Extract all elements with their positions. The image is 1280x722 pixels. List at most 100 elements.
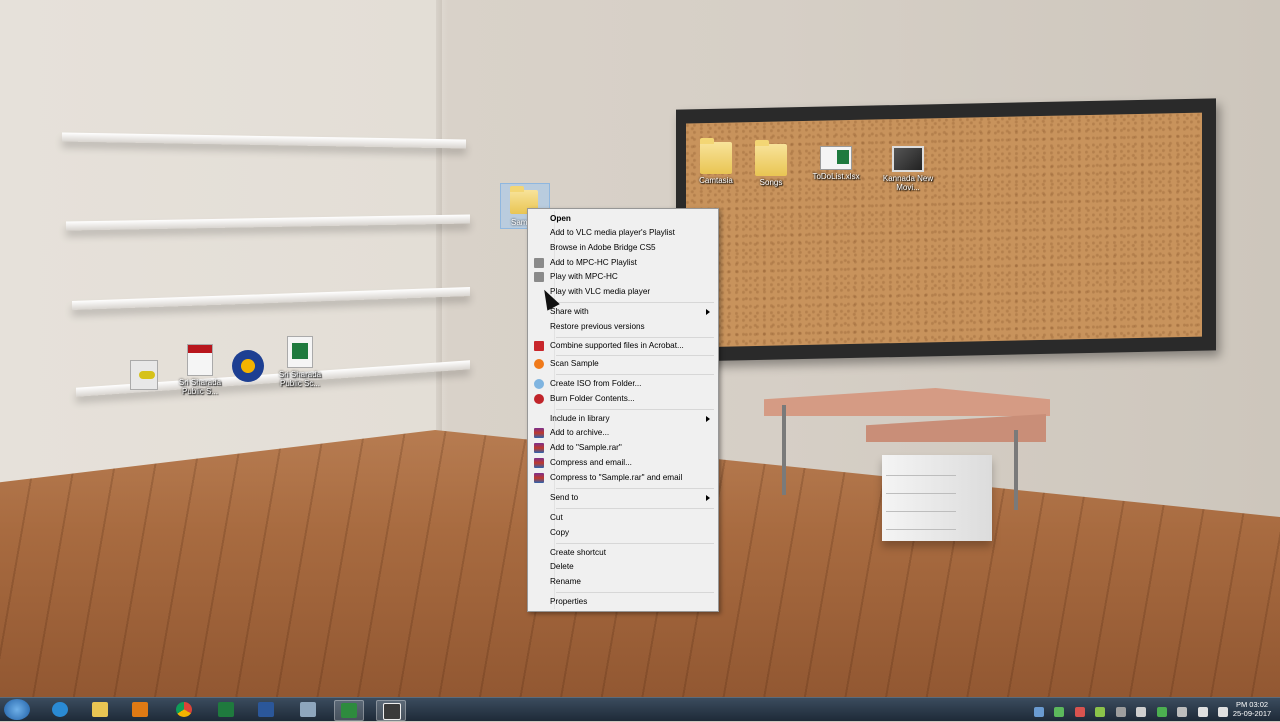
tray-icon[interactable] <box>1095 707 1106 717</box>
cork-board <box>676 98 1216 362</box>
taskbar-excel[interactable] <box>212 700 240 719</box>
tray-icon[interactable] <box>1074 707 1085 717</box>
menu-item-copy[interactable]: Copy <box>530 526 716 540</box>
menu-item-cut[interactable]: Cut <box>530 511 716 525</box>
menu-separator <box>556 337 714 338</box>
context-menu: Open Add to VLC media player's Playlist … <box>527 208 719 612</box>
desktop-icon-label: ToDoList.xlsx <box>812 172 860 181</box>
desk-leg <box>1014 430 1018 510</box>
menu-item-label: Create ISO from Folder... <box>550 379 642 388</box>
tray-icon[interactable] <box>1033 707 1044 717</box>
mpc-icon <box>534 272 544 282</box>
desktop-icon-label: Camtasia <box>699 176 733 185</box>
folder-icon <box>92 702 108 717</box>
menu-item-add-vlc-playlist[interactable]: Add to VLC media player's Playlist <box>530 226 716 240</box>
desktop-icon-kannada-movie[interactable]: Kannada New Movi... <box>878 146 938 192</box>
avast-scan-icon <box>534 359 544 369</box>
menu-item-open[interactable]: Open <box>530 212 716 226</box>
key-shortcut-icon <box>130 360 158 390</box>
internet-explorer-icon <box>52 702 68 717</box>
menu-item-compress-sample-email[interactable]: Compress to "Sample.rar" and email <box>530 471 716 485</box>
taskbar-media-player[interactable] <box>126 700 154 719</box>
menu-item-label: Copy <box>550 528 570 537</box>
desktop-icon-shortcut[interactable] <box>114 360 174 392</box>
desktop-icon-audacity[interactable] <box>218 350 278 384</box>
volume-icon[interactable] <box>1218 707 1228 717</box>
taskbar-camtasia-recorder[interactable] <box>376 700 406 721</box>
menu-item-burn-folder[interactable]: Burn Folder Contents... <box>530 392 716 406</box>
cabinet-drawer <box>886 495 956 512</box>
tray-icon[interactable] <box>1136 707 1147 717</box>
desktop-icon-label: Sri Sharada Public Sc... <box>278 370 322 388</box>
menu-item-play-vlc[interactable]: Play with VLC media player <box>530 285 716 299</box>
menu-separator <box>556 409 714 410</box>
taskbar-explorer[interactable] <box>86 700 114 719</box>
taskbar-ie[interactable] <box>46 700 74 719</box>
menu-item-label: Open <box>550 214 571 223</box>
tray-icon[interactable] <box>1054 707 1065 717</box>
menu-item-browse-bridge[interactable]: Browse in Adobe Bridge CS5 <box>530 241 716 255</box>
menu-item-scan-sample[interactable]: Scan Sample <box>530 357 716 371</box>
start-button[interactable] <box>4 699 30 720</box>
menu-item-rename[interactable]: Rename <box>530 575 716 589</box>
clock-time: PM 03:02 <box>1235 700 1269 709</box>
menu-item-create-shortcut[interactable]: Create shortcut <box>530 546 716 560</box>
menu-item-label: Burn Folder Contents... <box>550 394 635 403</box>
winrar-icon <box>534 473 544 483</box>
menu-item-label: Include in library <box>550 414 610 423</box>
tray-icon[interactable] <box>1156 707 1167 717</box>
menu-item-send-to[interactable]: Send to <box>530 491 716 505</box>
taskbar-camtasia[interactable] <box>334 700 364 721</box>
desktop-icon-camtasia[interactable]: Camtasia <box>686 138 746 185</box>
menu-item-properties[interactable]: Properties <box>530 595 716 609</box>
tray-icon[interactable] <box>1177 707 1188 717</box>
pdf-file-icon <box>187 344 213 376</box>
menu-item-label: Properties <box>550 597 588 606</box>
menu-item-include-library[interactable]: Include in library <box>530 412 716 426</box>
menu-item-label: Combine supported files in Acrobat... <box>550 341 684 350</box>
menu-separator <box>556 355 714 356</box>
menu-item-delete[interactable]: Delete <box>530 560 716 574</box>
taskbar-clock[interactable]: PM 03:02 25-09-2017 <box>1230 700 1274 718</box>
menu-item-label: Browse in Adobe Bridge CS5 <box>550 243 656 252</box>
system-tray <box>1028 704 1228 717</box>
menu-item-label: Delete <box>550 562 574 571</box>
menu-item-add-archive[interactable]: Add to archive... <box>530 426 716 440</box>
menu-item-compress-email[interactable]: Compress and email... <box>530 456 716 470</box>
desktop-icon-label: Sri Sharada Public S... <box>178 378 222 396</box>
taskbar-calculator[interactable] <box>294 700 322 719</box>
submenu-arrow-icon <box>706 309 710 315</box>
menu-item-label: Restore previous versions <box>550 322 645 331</box>
desk-leg <box>782 405 786 495</box>
menu-item-play-mpc[interactable]: Play with MPC-HC <box>530 270 716 284</box>
tray-icon[interactable] <box>1115 707 1126 717</box>
menu-item-restore-versions[interactable]: Restore previous versions <box>530 320 716 334</box>
menu-separator <box>556 302 714 303</box>
camtasia-icon <box>341 703 357 718</box>
taskbar: PM 03:02 25-09-2017 <box>0 697 1280 721</box>
acrobat-icon <box>534 341 544 351</box>
submenu-arrow-icon <box>706 416 710 422</box>
menu-item-share-with[interactable]: Share with <box>530 305 716 319</box>
desktop-icon-todolist[interactable]: ToDoList.xlsx <box>806 146 866 181</box>
menu-item-add-sample-rar[interactable]: Add to "Sample.rar" <box>530 441 716 455</box>
desktop-icon-songs[interactable]: Songs <box>741 140 801 187</box>
desktop-icon-label: Songs <box>759 178 783 187</box>
audacity-icon <box>232 350 264 382</box>
cabinet-drawer <box>886 459 956 476</box>
word-icon <box>258 702 274 717</box>
menu-item-add-mpc-playlist[interactable]: Add to MPC-HC Playlist <box>530 256 716 270</box>
iso-icon <box>534 379 544 389</box>
menu-item-label: Compress and email... <box>550 458 632 467</box>
taskbar-word[interactable] <box>252 700 280 719</box>
network-icon[interactable] <box>1197 707 1208 717</box>
taskbar-chrome[interactable] <box>170 700 198 719</box>
menu-item-label: Add to VLC media player's Playlist <box>550 228 675 237</box>
calculator-icon <box>300 702 316 717</box>
desk-cabinet <box>882 455 992 541</box>
menu-item-combine-acrobat[interactable]: Combine supported files in Acrobat... <box>530 339 716 353</box>
desktop-icon-sri-sharada-xls[interactable]: Sri Sharada Public Sc... <box>270 336 330 388</box>
winrar-icon <box>534 443 544 453</box>
menu-item-create-iso[interactable]: Create ISO from Folder... <box>530 377 716 391</box>
chrome-icon <box>176 702 192 717</box>
